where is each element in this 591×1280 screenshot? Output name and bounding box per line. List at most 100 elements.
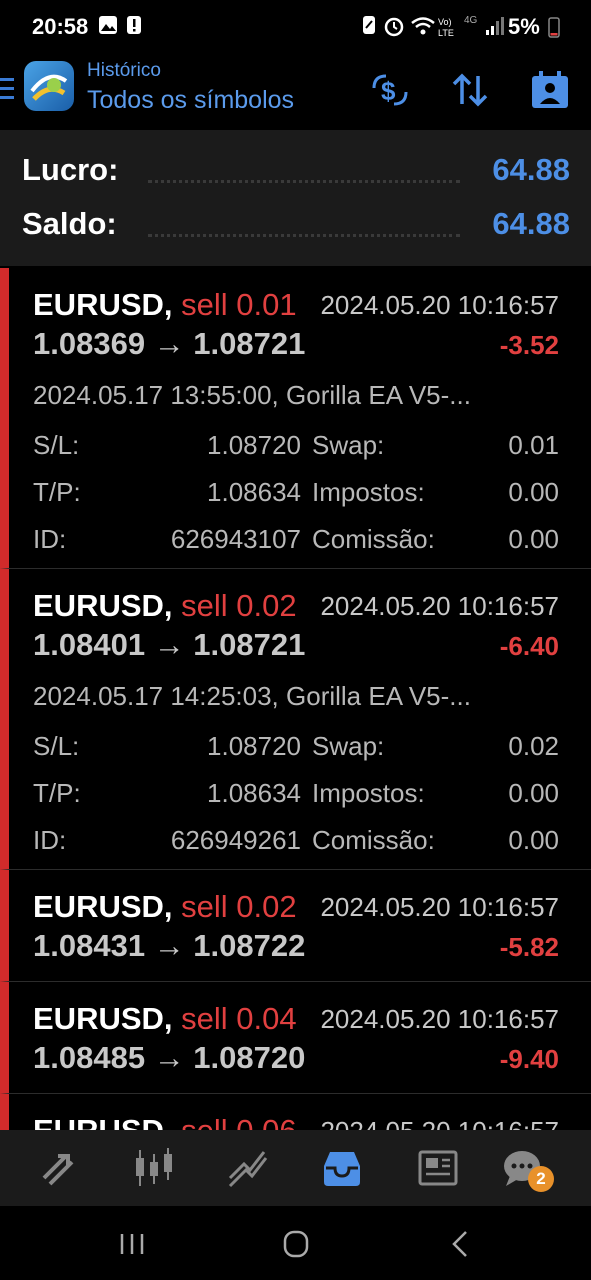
commission-label: Comissão: — [312, 524, 435, 554]
battery-percent: 5% — [508, 14, 540, 39]
battery-icon — [548, 17, 560, 38]
alert-notification-icon — [127, 16, 141, 34]
swap-value: 0.01 — [508, 430, 559, 460]
id-value: 626943107 — [170, 524, 301, 554]
id-value: 626949261 — [170, 825, 301, 855]
signal-icon — [486, 17, 504, 35]
tp-value: 1.08634 — [207, 778, 301, 808]
deal-side: sell 0.04 — [181, 1001, 297, 1036]
sort-icon[interactable] — [448, 68, 492, 112]
svg-text:LTE: LTE — [438, 28, 454, 38]
deal-symbol: EURUSD, — [33, 1001, 173, 1036]
deal-item[interactable]: EURUSD, sell 0.04 2024.05.20 10:16:57 1.… — [0, 982, 591, 1094]
header-subtitle: Histórico — [87, 60, 161, 81]
calendar-period-icon[interactable] — [528, 68, 572, 112]
quotes-icon[interactable] — [36, 1144, 84, 1192]
back-icon[interactable] — [442, 1226, 482, 1262]
tp-value: 1.08634 — [207, 477, 301, 507]
status-bar: 20:58 Vo) LTE 4G 5% — [0, 0, 591, 56]
id-label: ID: — [33, 825, 67, 855]
balance-row: Saldo: 64.88 — [22, 206, 570, 250]
deal-prices: 1.08485 → 1.08720 — [33, 1040, 306, 1075]
taxes-value: 0.00 — [508, 778, 559, 808]
leader-dots — [148, 180, 460, 183]
deal-open-info: 2024.05.17 13:55:00, Gorilla EA V5-... — [33, 380, 471, 410]
svg-text:$: $ — [381, 76, 396, 106]
profit-value: 64.88 — [492, 152, 570, 187]
deal-item[interactable]: EURUSD, sell 0.01 2024.05.20 10:16:57 1.… — [0, 268, 591, 569]
deal-symbol-line: EURUSD, sell 0.06 — [33, 1113, 297, 1130]
profit-label: Lucro: — [22, 152, 119, 187]
swap-value: 0.02 — [508, 731, 559, 761]
deal-close-time: 2024.05.20 10:16:57 — [320, 1116, 559, 1130]
deal-side: sell 0.02 — [181, 588, 297, 623]
deal-symbol: EURUSD, — [33, 1113, 173, 1130]
alarm-icon — [384, 17, 404, 37]
deal-prices: 1.08401 → 1.08721 — [33, 627, 306, 662]
deal-close-time: 2024.05.20 10:16:57 — [320, 892, 559, 922]
wifi-icon — [411, 17, 435, 35]
history-icon[interactable] — [318, 1144, 366, 1192]
deal-open-info: 2024.05.17 14:25:03, Gorilla EA V5-... — [33, 681, 471, 711]
header-title[interactable]: Todos os símbolos — [87, 86, 294, 115]
profit-row: Lucro: 64.88 — [22, 152, 570, 196]
deal-item[interactable]: EURUSD, sell 0.06 2024.05.20 10:16:57 — [0, 1094, 591, 1130]
deal-profit: -9.40 — [499, 1044, 559, 1074]
recent-apps-icon[interactable] — [112, 1226, 152, 1262]
network-type: 4G — [464, 15, 478, 26]
deal-side: sell 0.01 — [181, 287, 297, 322]
deal-symbol-line: EURUSD, sell 0.02 — [33, 889, 297, 925]
deal-symbol: EURUSD, — [33, 889, 173, 924]
tp-label: T/P: — [33, 477, 81, 507]
taxes-label: Impostos: — [312, 477, 425, 507]
sl-label: S/L: — [33, 731, 80, 761]
sl-label: S/L: — [33, 430, 80, 460]
deal-item[interactable]: EURUSD, sell 0.02 2024.05.20 10:16:57 1.… — [0, 870, 591, 982]
deal-side: sell 0.02 — [181, 889, 297, 924]
image-notification-icon — [99, 16, 117, 34]
deals-list[interactable]: EURUSD, sell 0.01 2024.05.20 10:16:57 1.… — [0, 268, 591, 1130]
id-label: ID: — [33, 524, 67, 554]
home-icon[interactable] — [276, 1226, 316, 1262]
deal-symbol-line: EURUSD, sell 0.02 — [33, 588, 297, 624]
volte-icon: Vo) LTE — [438, 17, 454, 38]
system-navigation — [0, 1206, 591, 1280]
deal-close-time: 2024.05.20 10:16:57 — [320, 591, 559, 621]
deal-close-time: 2024.05.20 10:16:57 — [320, 1004, 559, 1034]
deal-symbol: EURUSD, — [33, 287, 173, 322]
status-time: 20:58 — [32, 14, 89, 39]
balance-value: 64.88 — [492, 206, 570, 241]
taxes-value: 0.00 — [508, 477, 559, 507]
swap-label: Swap: — [312, 731, 385, 761]
taxes-label: Impostos: — [312, 778, 425, 808]
deal-symbol: EURUSD, — [33, 588, 173, 623]
sl-value: 1.08720 — [207, 731, 301, 761]
svg-text:Vo): Vo) — [438, 17, 452, 27]
metatrader-logo-icon — [24, 61, 74, 111]
deal-side: sell 0.06 — [181, 1113, 296, 1130]
deal-close-time: 2024.05.20 10:16:57 — [320, 290, 559, 320]
summary-panel: Lucro: 64.88 Saldo: 64.88 — [0, 130, 591, 266]
sl-value: 1.08720 — [207, 430, 301, 460]
tp-label: T/P: — [33, 778, 81, 808]
deal-symbol-line: EURUSD, sell 0.04 — [33, 1001, 297, 1037]
deal-symbol-line: EURUSD, sell 0.01 — [33, 287, 297, 323]
deal-profit: -6.40 — [499, 631, 559, 661]
commission-label: Comissão: — [312, 825, 435, 855]
leader-dots — [148, 234, 460, 237]
commission-value: 0.00 — [508, 825, 559, 855]
chart-icon[interactable] — [130, 1144, 178, 1192]
deal-profit: -5.82 — [499, 932, 559, 962]
deal-item[interactable]: EURUSD, sell 0.02 2024.05.20 10:16:57 1.… — [0, 569, 591, 870]
deal-profit: -3.52 — [499, 330, 559, 360]
menu-icon[interactable] — [0, 78, 16, 104]
deal-prices: 1.08369 → 1.08721 — [33, 326, 306, 361]
bottom-navigation: 2 — [0, 1130, 591, 1206]
trade-icon[interactable] — [224, 1144, 272, 1192]
deposit-dollar-icon[interactable]: $ — [368, 68, 412, 112]
news-icon[interactable] — [414, 1144, 462, 1192]
deal-prices: 1.08431 → 1.08722 — [33, 928, 306, 963]
commission-value: 0.00 — [508, 524, 559, 554]
nfc-icon — [363, 16, 375, 34]
chat-badge: 2 — [528, 1166, 554, 1192]
